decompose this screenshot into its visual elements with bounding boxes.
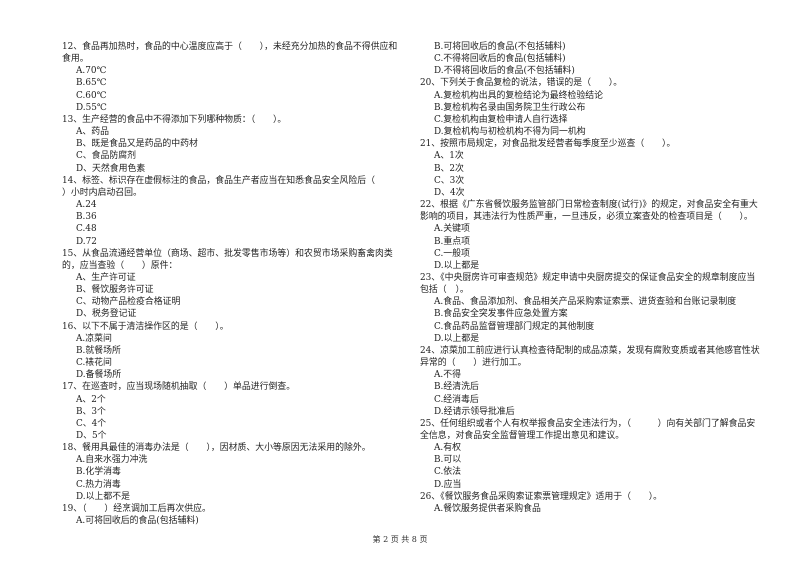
- question: 22、根据《广东省餐饮服务监管部门日常检查制度(试行)》的规定，对食品安全有重大…: [420, 199, 762, 272]
- answer-option: B.重点项: [434, 236, 470, 247]
- question-stem: 21、按照市局规定，对食品批发经营者每季度至少巡查（ ）。: [420, 139, 676, 150]
- answer-option: C.依法: [434, 467, 462, 478]
- answer-option: C.60℃: [76, 90, 107, 101]
- answer-option: D.以上都不是: [76, 491, 130, 502]
- answer-option: C、食品防腐剂: [76, 151, 137, 162]
- answer-option: C.裱花间: [76, 358, 112, 369]
- answer-option: C.热力消毒: [76, 479, 121, 490]
- question: 12、食品再加热时，食品的中心温度应高于（ ），未经充分加热的食品不得供应和食用…: [62, 41, 404, 114]
- answer-option: B.36: [76, 212, 97, 223]
- question: 18、餐用具最佳的消毒办法是（ ），因材质、大小等原因无法采用的除外。 A.自来水…: [62, 442, 404, 503]
- answer-option: C、动物产品检疫合格证明: [76, 297, 181, 308]
- question-stem: 18、餐用具最佳的消毒办法是（ ），因材质、大小等原因无法采用的除外。: [62, 443, 371, 454]
- answer-option: D.72: [76, 236, 97, 247]
- question: B.可将回收后的食品(不包括辅料) C.不得将回收后的食品(包括辅料) D.不得将回…: [420, 41, 762, 77]
- answer-option: D.备餐场所: [76, 370, 122, 381]
- question-stem: 23、《中央厨房许可审查规范》规定申请中央厨房提交的保证食品安全的规章制度应当包…: [420, 272, 756, 296]
- answer-option: A.不得: [434, 370, 461, 381]
- question: 13、生产经营的食品中不得添加下列哪种物质：（ ）。 A、药品 B、既是食品又是药品…: [62, 114, 404, 175]
- answer-option: C.不得将回收后的食品(包括辅料): [434, 54, 566, 65]
- question-stem: 16、以下不属于清洁操作区的是（ ）。: [62, 321, 229, 332]
- answer-option: A、药品: [76, 127, 110, 138]
- answer-option: D.经请示领导批准后: [434, 406, 515, 417]
- answer-option: A、2个: [76, 394, 106, 405]
- answer-option: D.55℃: [76, 102, 107, 113]
- answer-option: C.一般项: [434, 248, 470, 259]
- question-stem: 19、（ ）经烹调加工后再次供应。: [62, 503, 211, 514]
- question: 20、下列关于食品复检的说法，错误的是（ ）。 A.复检机构出具的复检结论为最终检…: [420, 77, 762, 138]
- answer-option: D.复检机构与初检机构不得为同一机构: [434, 127, 586, 138]
- question: 24、凉菜加工前应进行认真检查待配制的成品凉菜，发现有腐败变质或者其他感官性状异…: [420, 345, 762, 418]
- answer-option: A.有权: [434, 443, 461, 454]
- answer-option: B.复检机构名录由国务院卫生行政公布: [434, 102, 586, 113]
- question: 23、《中央厨房许可审查规范》规定申请中央厨房提交的保证食品安全的规章制度应当包…: [420, 272, 762, 345]
- question: 14、标签、标识存在虚假标注的食品，食品生产者应当在知悉食品安全风险后（ ）小时…: [62, 175, 404, 248]
- answer-option: B.可以: [434, 455, 462, 466]
- answer-option: B.经清洗后: [434, 382, 479, 393]
- page-footer: 第 2 页 共 8 页: [372, 535, 428, 544]
- answer-option: B、2次: [434, 163, 464, 174]
- answer-option: B.化学消毒: [76, 467, 121, 478]
- question-stem: 13、生产经营的食品中不得添加下列哪种物质：（ ）。: [62, 114, 287, 125]
- answer-option: D.不得将回收后的食品(不包括辅料): [434, 66, 575, 77]
- right-column: B.可将回收后的食品(不包括辅料) C.不得将回收后的食品(包括辅料) D.不得将回…: [420, 41, 762, 515]
- answer-option: D、天然食用色素: [76, 163, 146, 174]
- answer-option: A.食品、食品添加剂、食品相关产品采购索证索票、进货查验和台账记录制度: [434, 297, 737, 308]
- answer-option: B、餐饮服务许可证: [76, 285, 154, 296]
- question-stem: 24、凉菜加工前应进行认真检查待配制的成品凉菜，发现有腐败变质或者其他感官性状异…: [420, 345, 760, 369]
- answer-option: B.就餐场所: [76, 345, 121, 356]
- answer-option: B.食品安全突发事件应急处置方案: [434, 309, 568, 320]
- answer-option: A.复检机构出具的复检结论为最终检验结论: [434, 90, 603, 101]
- question: 16、以下不属于清洁操作区的是（ ）。 A.凉菜间 B.就餐场所 C.裱花间 D.备餐场…: [62, 321, 404, 382]
- question-stem: 22、根据《广东省餐饮服务监管部门日常检查制度(试行)》的规定，对食品安全有重大…: [420, 200, 758, 223]
- answer-option: A.餐饮服务提供者采购食品: [434, 503, 541, 514]
- question: 26、《餐饮服务食品采购索证索票管理规定》适用于（ ）。 A.餐饮服务提供者采购食…: [420, 491, 762, 515]
- answer-option: A.凉菜间: [76, 333, 112, 344]
- question-stem: 17、在巡查时，应当现场随机抽取（ ）单品进行倒查。: [62, 382, 296, 393]
- question-stem: 26、《餐饮服务食品采购索证索票管理规定》适用于（ ）。: [420, 491, 663, 502]
- question-stem: 14、标签、标识存在虚假标注的食品，食品生产者应当在知悉食品安全风险后（ ）小时…: [62, 175, 402, 198]
- question: 25、任何组织或者个人有权举报食品安全违法行为，（ ）向有关部门了解食品安全信息…: [420, 418, 762, 491]
- answer-option: A.可将回收后的食品(包括辅料): [76, 516, 199, 527]
- answer-option: A、1次: [434, 151, 464, 162]
- answer-option: A.70℃: [76, 66, 107, 77]
- answer-option: D、5个: [76, 431, 107, 441]
- answer-option: C.食品药品监督管理部门规定的其他制度: [434, 321, 595, 332]
- answer-option: D、税务登记证: [76, 309, 137, 320]
- question-stem: 20、下列关于食品复检的说法，错误的是（ ）。: [420, 78, 623, 89]
- answer-option: B、既是食品又是药品的中药材: [76, 139, 198, 150]
- question: 15、从食品流通经营单位（商场、超市、批发零售市场等）和农贸市场采购畜禽肉类的，…: [62, 248, 404, 321]
- answer-option: C.48: [76, 224, 97, 235]
- answer-option: D.以上都是: [434, 333, 480, 344]
- answer-option: A.24: [76, 200, 97, 211]
- answer-option: D.应当: [434, 479, 462, 490]
- answer-option: D.以上都是: [434, 260, 480, 271]
- answer-option: C.经消毒后: [434, 394, 479, 405]
- question-stem: 15、从食品流通经营单位（商场、超市、批发零售市场等）和农贸市场采购畜禽肉类的，…: [62, 248, 393, 271]
- answer-option: C.复检机构由复检申请人自行选择: [434, 114, 568, 125]
- answer-option: C、3次: [434, 175, 465, 186]
- question-stem: 25、任何组织或者个人有权举报食品安全违法行为，（ ）向有关部门了解食品安全信息…: [420, 418, 756, 441]
- answer-option: A.关键项: [434, 224, 470, 235]
- answer-option: C、4个: [76, 418, 107, 429]
- answer-option: B.可将回收后的食品(不包括辅料): [434, 42, 566, 52]
- answer-option: B、3个: [76, 406, 106, 417]
- question: 19、（ ）经烹调加工后再次供应。 A.可将回收后的食品(包括辅料): [62, 503, 404, 527]
- question: 17、在巡查时，应当现场随机抽取（ ）单品进行倒查。 A、2个 B、3个 C、4个 D、…: [62, 381, 404, 442]
- answer-option: A.自来水强力冲洗: [76, 455, 148, 466]
- answer-option: A、生产许可证: [76, 272, 136, 283]
- question: 21、按照市局规定，对食品批发经营者每季度至少巡查（ ）。 A、1次 B、2次 C、3…: [420, 138, 762, 199]
- left-column: 12、食品再加热时，食品的中心温度应高于（ ），未经充分加热的食品不得供应和食用…: [62, 41, 404, 527]
- question-stem: 12、食品再加热时，食品的中心温度应高于（ ），未经充分加热的食品不得供应和食用…: [62, 42, 398, 65]
- answer-option: D、4次: [434, 187, 465, 198]
- answer-option: B.65℃: [76, 78, 107, 89]
